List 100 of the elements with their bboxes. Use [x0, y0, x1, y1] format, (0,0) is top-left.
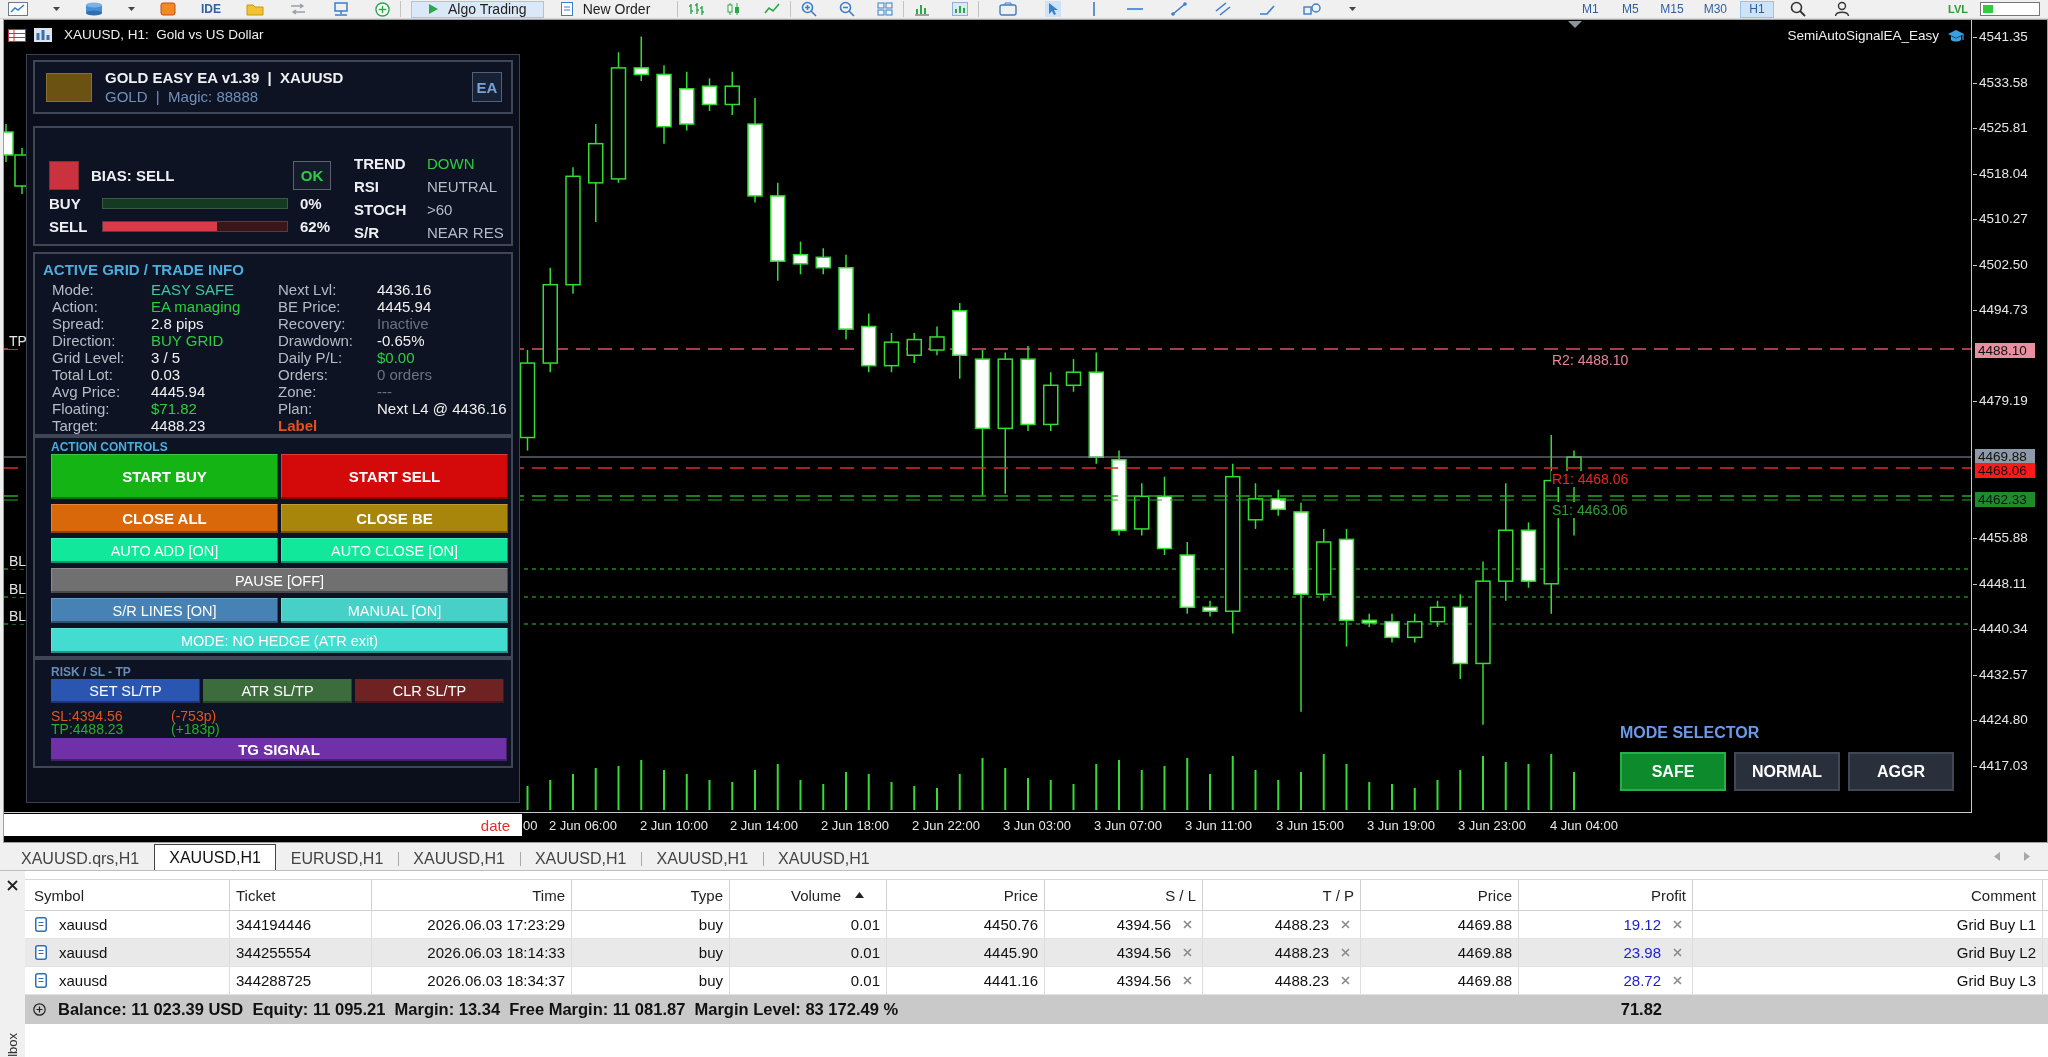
table-cell: xauusd — [59, 943, 108, 962]
panel-label: lbox — [5, 1033, 20, 1057]
chart-tab[interactable]: XAUUSD,H1 — [763, 846, 885, 870]
table-cell: 4469.88 — [1457, 943, 1512, 962]
document-icon — [35, 917, 47, 932]
price-label: 4448.11 — [1973, 575, 2027, 592]
price-label: 4502.50 — [1973, 256, 2028, 273]
table-cell: 4394.56 — [1116, 971, 1171, 990]
arrows-icon[interactable] — [289, 3, 307, 15]
table-cell: 4394.56 — [1116, 943, 1171, 962]
chart-tab[interactable]: XAUUSD,H1 — [398, 846, 520, 870]
line-chart-icon[interactable] — [764, 2, 781, 16]
timeframe-button[interactable]: M5 — [1613, 0, 1648, 18]
level-label: LVL — [1948, 2, 1968, 16]
price-label: 4494.73 — [1973, 302, 2028, 319]
column-header[interactable]: Comment — [1693, 880, 2043, 910]
tile-icon[interactable] — [160, 2, 176, 16]
time-label: 2 Jun 18:00 — [821, 818, 889, 834]
graduation-cap-icon — [1947, 29, 1965, 43]
column-header[interactable]: Ticket — [230, 880, 372, 910]
time-label: 3 Jun 07:00 — [1094, 818, 1162, 834]
shapes-icon[interactable] — [1303, 2, 1322, 16]
toolbar-button[interactable]: New Order — [543, 0, 668, 18]
cursor-icon[interactable] — [1045, 1, 1062, 17]
caret-icon[interactable] — [128, 7, 135, 11]
time-label: 3 Jun 03:00 — [1003, 818, 1071, 834]
column-header[interactable]: Price — [1361, 880, 1519, 910]
time-label: 2 Jun 14:00 — [730, 818, 798, 834]
toolbar-button[interactable]: Algo Trading — [411, 0, 544, 18]
trend-line-icon[interactable] — [1171, 2, 1188, 16]
monitor-icon[interactable] — [332, 2, 350, 16]
column-header[interactable]: Type — [572, 880, 730, 910]
timeframe-button[interactable]: M1 — [1573, 0, 1608, 18]
ide-label[interactable]: IDE — [201, 2, 221, 16]
briefcase-icon[interactable] — [999, 2, 1018, 16]
grid-icon[interactable] — [877, 2, 894, 16]
time-label: 2 Jun 22:00 — [912, 818, 980, 834]
expert-name: SemiAutoSignalEA_Easy — [1787, 28, 1939, 44]
table-cell: 344194446 — [236, 915, 312, 934]
column-header[interactable]: Volume — [730, 880, 887, 910]
chart-tab[interactable]: XAUUSD,H1 — [641, 846, 764, 870]
table-cell: Grid Buy L3 — [1956, 971, 2036, 990]
channel-icon[interactable] — [1215, 2, 1232, 16]
table-cell: xauusd — [59, 971, 108, 990]
signal-button[interactable]: TG SIGNAL — [51, 738, 507, 761]
level-value: TP:4488.23 — [51, 723, 125, 736]
time-label: 4 Jun 04:00 — [1550, 818, 1618, 834]
time-label: 3 Jun 19:00 — [1367, 818, 1435, 834]
mode-button[interactable]: NORMAL — [1734, 752, 1840, 791]
user-icon[interactable] — [1834, 1, 1851, 17]
column-header[interactable]: Profit — [1519, 880, 1693, 910]
search-icon[interactable] — [1790, 1, 1807, 17]
table-cell: 344288725 — [236, 971, 312, 990]
chart-tab[interactable]: XAUUSD,H1 — [154, 844, 276, 870]
time-label: 3 Jun 11:00 — [1185, 818, 1252, 834]
chart-tab[interactable]: XAUUSD.qrs,H1 — [6, 846, 155, 870]
column-header[interactable]: T / P — [1203, 880, 1361, 910]
price-label: 4432.57 — [1973, 666, 2028, 683]
bar-chart-icon[interactable] — [952, 2, 969, 16]
mode-button[interactable]: AGGR — [1848, 752, 1954, 791]
zoom-out-icon[interactable] — [839, 1, 856, 17]
mode-button[interactable]: SAFE — [1620, 752, 1726, 791]
timeframe-button[interactable]: M30 — [1696, 0, 1735, 18]
date-field[interactable]: date — [4, 814, 522, 836]
folder-icon[interactable] — [246, 2, 264, 16]
scroll-left-icon[interactable] — [1994, 852, 2000, 861]
database-icon[interactable] — [85, 2, 103, 16]
timeframe-button[interactable]: H1 — [1740, 0, 1775, 18]
scroll-right-icon[interactable] — [2024, 852, 2030, 861]
triangle-marker-icon[interactable] — [1568, 21, 1582, 28]
table-cell: 4450.76 — [983, 915, 1038, 934]
column-header[interactable]: Price — [887, 880, 1045, 910]
price-tag: 4468.06 — [1975, 463, 2035, 478]
document-icon — [560, 2, 573, 16]
chart-tab[interactable]: EURUSD,H1 — [275, 846, 399, 870]
column-header[interactable]: Time — [372, 880, 572, 910]
chart-tab[interactable]: XAUUSD,H1 — [519, 846, 642, 870]
caret-icon[interactable] — [1349, 7, 1357, 11]
caret-icon[interactable] — [53, 7, 60, 11]
table-cell: 2026.06.03 17:23:29 — [427, 915, 565, 934]
document-icon — [35, 945, 47, 960]
table-cell: 0.01 — [850, 971, 880, 990]
column-header[interactable]: Symbol — [25, 880, 230, 910]
table-cell: 19.12 — [1623, 915, 1661, 934]
bar-chart-icon[interactable] — [914, 2, 931, 16]
level-distance: (+183p) — [171, 723, 221, 736]
bar-chart-icon[interactable] — [688, 2, 705, 16]
column-header[interactable]: S / L — [1045, 880, 1203, 910]
new-chart-icon[interactable] — [8, 2, 28, 16]
table-cell: 4445.90 — [983, 943, 1038, 962]
price-label: 4417.03 — [1973, 757, 2028, 774]
zoom-in-icon[interactable] — [801, 1, 818, 17]
time-label: 3 Jun 15:00 — [1276, 818, 1344, 834]
table-cell: buy — [698, 971, 723, 990]
table-cell: 4394.56 — [1116, 915, 1171, 934]
plus-circle-icon[interactable] — [33, 1003, 46, 1016]
timeframe-button[interactable]: M15 — [1653, 0, 1691, 18]
price-label: 4518.04 — [1973, 165, 2028, 182]
close-icon[interactable] — [7, 880, 18, 891]
document-icon — [35, 973, 47, 988]
